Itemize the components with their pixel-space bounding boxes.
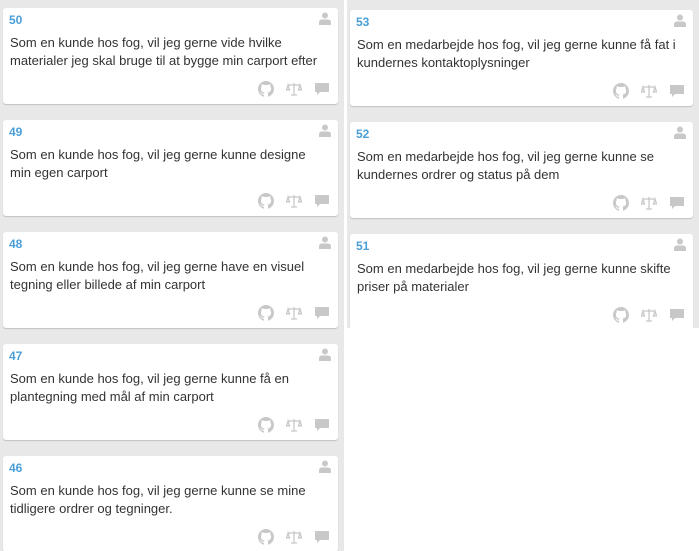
card-text: Som en kunde hos fog, vil jeg gerne kunn… bbox=[10, 147, 306, 180]
card-actions bbox=[258, 529, 330, 545]
scale-icon[interactable] bbox=[286, 529, 302, 545]
card-actions bbox=[613, 307, 685, 323]
github-icon[interactable] bbox=[613, 83, 629, 99]
card-number[interactable]: 51 bbox=[356, 239, 369, 253]
comment-icon[interactable] bbox=[314, 305, 330, 321]
github-icon[interactable] bbox=[613, 307, 629, 323]
comment-icon[interactable] bbox=[314, 81, 330, 97]
scale-icon[interactable] bbox=[641, 195, 657, 211]
card-48[interactable]: 48 Som en kunde hos fog, vil jeg gerne h… bbox=[3, 232, 338, 328]
card-number[interactable]: 47 bbox=[9, 349, 22, 363]
card-text: Som en kunde hos fog, vil jeg gerne have… bbox=[10, 259, 305, 292]
card-actions bbox=[258, 305, 330, 321]
card-number[interactable]: 49 bbox=[9, 125, 22, 139]
comment-icon[interactable] bbox=[669, 195, 685, 211]
user-icon bbox=[319, 460, 331, 473]
card-actions bbox=[613, 195, 685, 211]
card-47[interactable]: 47 Som en kunde hos fog, vil jeg gerne k… bbox=[3, 344, 338, 440]
card-number[interactable]: 48 bbox=[9, 237, 22, 251]
card-text: Som en kunde hos fog, vil jeg gerne kunn… bbox=[10, 483, 306, 516]
user-icon bbox=[319, 236, 331, 249]
card-51[interactable]: 51 Som en medarbejde hos fog, vil jeg ge… bbox=[350, 234, 693, 328]
card-53[interactable]: 53 Som en medarbejde hos fog, vil jeg ge… bbox=[350, 10, 693, 106]
card-49[interactable]: 49 Som en kunde hos fog, vil jeg gerne k… bbox=[3, 120, 338, 216]
card-actions bbox=[258, 193, 330, 209]
user-icon bbox=[319, 12, 331, 25]
scale-icon[interactable] bbox=[286, 305, 302, 321]
github-icon[interactable] bbox=[613, 195, 629, 211]
comment-icon[interactable] bbox=[314, 417, 330, 433]
column-right: 53 Som en medarbejde hos fog, vil jeg ge… bbox=[347, 0, 699, 328]
card-number[interactable]: 53 bbox=[356, 15, 369, 29]
card-number[interactable]: 50 bbox=[9, 13, 22, 27]
card-text: Som en kunde hos fog, vil jeg gerne vide… bbox=[10, 35, 318, 68]
github-icon[interactable] bbox=[258, 81, 274, 97]
user-icon bbox=[319, 124, 331, 137]
card-actions bbox=[258, 81, 330, 97]
user-icon bbox=[674, 126, 686, 139]
card-actions bbox=[258, 417, 330, 433]
card-text: Som en medarbejde hos fog, vil jeg gerne… bbox=[357, 261, 671, 294]
comment-icon[interactable] bbox=[669, 83, 685, 99]
scale-icon[interactable] bbox=[286, 81, 302, 97]
github-icon[interactable] bbox=[258, 193, 274, 209]
user-icon bbox=[319, 348, 331, 361]
scale-icon[interactable] bbox=[641, 307, 657, 323]
comment-icon[interactable] bbox=[669, 307, 685, 323]
card-number[interactable]: 52 bbox=[356, 127, 369, 141]
scale-icon[interactable] bbox=[286, 193, 302, 209]
github-icon[interactable] bbox=[258, 305, 274, 321]
card-46[interactable]: 46 Som en kunde hos fog, vil jeg gerne k… bbox=[3, 456, 338, 551]
user-icon bbox=[674, 238, 686, 251]
user-icon bbox=[674, 14, 686, 27]
scale-icon[interactable] bbox=[641, 83, 657, 99]
comment-icon[interactable] bbox=[314, 529, 330, 545]
card-52[interactable]: 52 Som en medarbejde hos fog, vil jeg ge… bbox=[350, 122, 693, 218]
scale-icon[interactable] bbox=[286, 417, 302, 433]
card-actions bbox=[613, 83, 685, 99]
github-icon[interactable] bbox=[258, 417, 274, 433]
column-left: 50 Som en kunde hos fog, vil jeg gerne v… bbox=[0, 0, 344, 551]
comment-icon[interactable] bbox=[314, 193, 330, 209]
card-text: Som en medarbejde hos fog, vil jeg gerne… bbox=[357, 37, 676, 70]
card-text: Som en kunde hos fog, vil jeg gerne kunn… bbox=[10, 371, 289, 404]
card-number[interactable]: 46 bbox=[9, 461, 22, 475]
card-text: Som en medarbejde hos fog, vil jeg gerne… bbox=[357, 149, 655, 182]
card-50[interactable]: 50 Som en kunde hos fog, vil jeg gerne v… bbox=[3, 8, 338, 104]
github-icon[interactable] bbox=[258, 529, 274, 545]
